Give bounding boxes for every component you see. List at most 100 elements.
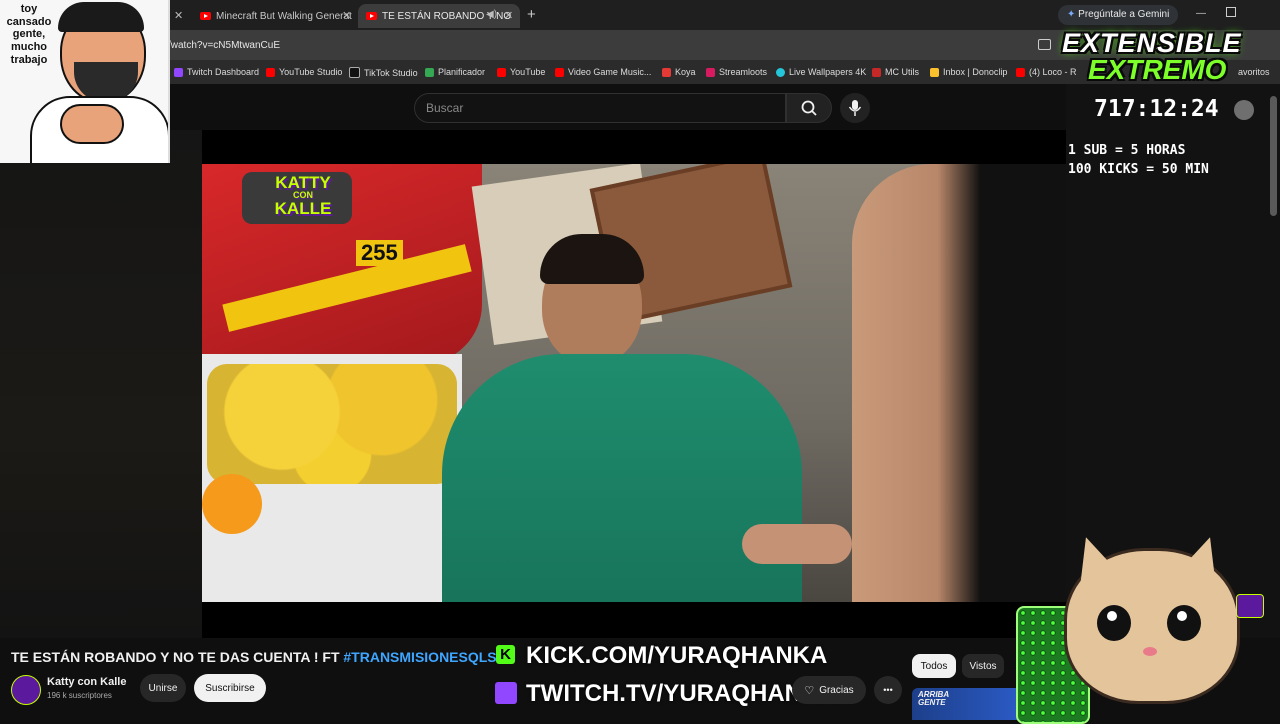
gemini-label: Pregúntale a Gemini	[1078, 9, 1170, 20]
stream-background-left	[0, 130, 202, 638]
bananas	[207, 364, 457, 484]
bookmark-twitch[interactable]: Twitch Dashboard	[174, 67, 259, 77]
thanks-button[interactable]: ♡ Gracias	[792, 676, 866, 704]
twitch-logo-icon	[495, 682, 517, 704]
bookmark-label: Video Game Music...	[568, 67, 652, 77]
bookmark-label: Live Wallpapers 4K	[789, 67, 867, 77]
speaker-icon[interactable]: ◀)	[486, 9, 497, 20]
close-icon[interactable]: ✕	[504, 9, 513, 22]
bookmark-donoclip[interactable]: Inbox | Donoclip	[930, 67, 1007, 77]
donoclip-icon	[930, 67, 939, 77]
video-title-text: TE ESTÁN ROBANDO Y NO TE DAS CUENTA ! FT	[11, 649, 340, 665]
koya-icon	[662, 67, 671, 77]
bookmark-streamloots[interactable]: Streamloots	[706, 67, 767, 77]
chip-watched[interactable]: Vistos	[962, 654, 1004, 678]
bookmark-label: YouTube	[510, 67, 546, 77]
oranges	[202, 474, 262, 534]
bookmark-label: Koya	[675, 67, 696, 77]
cat-eye-shine	[1107, 611, 1117, 621]
search-icon	[801, 100, 817, 116]
kick-url: KICK.COM/YURAQHANKA	[526, 642, 828, 669]
thumbnail-text: ARRIBA GENTE	[918, 690, 949, 707]
bookmark-label: (4) Loco - R	[1029, 67, 1077, 77]
search-input[interactable]: Buscar	[414, 93, 786, 123]
bookmark-label: Planificador	[438, 67, 486, 77]
bookmark-label: Twitch Dashboard	[187, 67, 260, 77]
maximize-icon[interactable]	[1226, 7, 1236, 17]
planner-icon	[425, 67, 434, 77]
new-tab-button[interactable]: +	[527, 6, 536, 23]
subathon-timer: 717:12:24	[1094, 96, 1219, 122]
cat-left-eye	[1097, 605, 1131, 641]
video-player[interactable]: 255 KATTY CON KALLE	[202, 130, 1066, 638]
bookmark-loco[interactable]: (4) Loco - R	[1016, 67, 1077, 77]
bookmark-favorites[interactable]: avoritos	[1238, 67, 1270, 77]
channel-logo-badge	[1236, 594, 1264, 618]
bookmark-wallpapers[interactable]: Live Wallpapers 4K	[776, 67, 866, 77]
katty-con-kalle-logo: KATTY CON KALLE	[264, 174, 342, 217]
bookmark-yt-studio[interactable]: YouTube Studio	[266, 67, 342, 77]
green-hoodie	[442, 354, 802, 602]
bookmark-koya[interactable]: Koya	[662, 67, 696, 77]
bookmark-vgm[interactable]: Video Game Music...	[555, 67, 651, 77]
kick-logo-icon: K	[496, 645, 515, 664]
bookmark-mcutils[interactable]: MC Utils	[872, 67, 919, 77]
scrollbar-thumb[interactable]	[1270, 96, 1277, 216]
channel-name[interactable]: Katty con Kalle	[47, 676, 126, 688]
minimize-icon[interactable]: —	[1196, 8, 1206, 19]
youtube-favicon-icon	[366, 12, 377, 20]
mototaxi-plate-number: 255	[356, 240, 403, 266]
bookmark-label: MC Utils	[885, 67, 919, 77]
wallpaper-icon	[776, 67, 785, 77]
youtube-icon	[497, 67, 506, 77]
tab-active-video[interactable]: TE ESTÁN ROBANDO Y NO ◀) ✕	[358, 4, 520, 28]
subscribe-button[interactable]: Suscribirse	[194, 674, 266, 702]
mcutils-icon	[872, 67, 881, 77]
bookmark-planner[interactable]: Planificador	[425, 67, 485, 77]
youtube-icon	[555, 67, 564, 77]
logo-line: KATTY	[275, 173, 331, 192]
bookmark-tiktok[interactable]: TikTok Studio	[349, 67, 418, 78]
microphone-icon	[848, 100, 862, 116]
chip-all[interactable]: Todos	[912, 654, 956, 678]
search-button[interactable]	[786, 93, 832, 123]
cartoon-hand	[60, 104, 124, 144]
cat-nose	[1143, 647, 1157, 656]
rule-kicks: 100 KICKS = 50 MIN	[1068, 162, 1209, 177]
bookmark-label: Streamloots	[719, 67, 768, 77]
close-icon[interactable]: ✕	[342, 9, 351, 22]
avatar[interactable]	[1234, 100, 1254, 120]
hand	[742, 524, 852, 564]
tab-label: Minecraft But Walking Generat	[216, 10, 352, 22]
youtube-favicon-icon	[200, 12, 211, 20]
tiktok-icon	[349, 67, 360, 78]
streamloots-icon	[706, 67, 715, 77]
join-button[interactable]: Unirse	[140, 674, 186, 702]
youtube-icon	[266, 67, 275, 77]
youtube-icon	[1016, 67, 1025, 77]
logo-line: KALLE	[274, 199, 332, 218]
more-actions-button[interactable]: •••	[874, 676, 902, 704]
video-title: TE ESTÁN ROBANDO Y NO TE DAS CUENTA ! FT…	[11, 649, 497, 665]
subscriber-count: 196 k suscriptores	[47, 691, 112, 700]
bookmark-label: YouTube Studio	[279, 67, 343, 77]
bookmark-label: avoritos	[1238, 67, 1270, 77]
bookmark-youtube[interactable]: YouTube	[497, 67, 545, 77]
stream-title-line2: EXTREMO	[1088, 54, 1227, 85]
gemini-button[interactable]: ✦ Pregúntale a Gemini	[1058, 5, 1179, 25]
cast-icon[interactable]	[1038, 39, 1051, 50]
channel-avatar[interactable]	[11, 675, 41, 705]
webcam-caption: toy cansado gente, mucho trabajo	[6, 3, 52, 66]
url-field[interactable]: /watch?v=cN5MtwanCuE	[168, 40, 280, 51]
recommended-thumbnail[interactable]: ARRIBA GENTE	[912, 688, 1022, 720]
woman-right	[852, 164, 1066, 602]
video-frame: 255 KATTY CON KALLE	[202, 164, 1066, 602]
webcam-avatar-panel: toy cansado gente, mucho trabajo	[0, 0, 170, 163]
bookmark-label: Inbox | Donoclip	[943, 67, 1008, 77]
tab-minecraft[interactable]: Minecraft But Walking Generat ✕	[192, 4, 354, 28]
hashtag-link[interactable]: #TRANSMISIONESQLS	[343, 649, 496, 665]
cat-eye-shine	[1177, 611, 1187, 621]
tab-close-prev[interactable]: ✕	[168, 4, 186, 28]
voice-search-button[interactable]	[840, 93, 870, 123]
twitch-icon	[174, 67, 183, 77]
